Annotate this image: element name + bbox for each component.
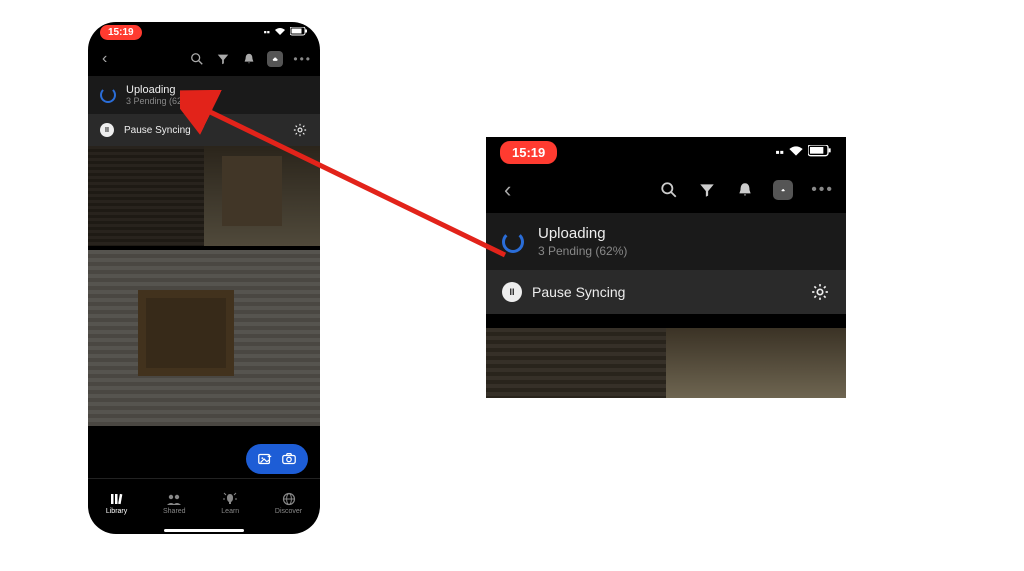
signal-icon: ▪▪ (775, 145, 784, 159)
bell-icon[interactable] (241, 51, 257, 67)
upload-title: Uploading (126, 84, 193, 96)
nav-label: Discover (275, 508, 302, 515)
signal-icon: ▪▪ (264, 27, 270, 37)
photo-grid (88, 146, 320, 430)
search-icon[interactable] (659, 180, 679, 200)
filter-icon[interactable] (697, 180, 717, 200)
nav-library[interactable]: Library (106, 492, 127, 515)
search-icon[interactable] (189, 51, 205, 67)
battery-icon (808, 145, 832, 160)
nav-shared[interactable]: Shared (163, 492, 186, 515)
status-time: 15:19 (100, 25, 142, 40)
filter-icon[interactable] (215, 51, 231, 67)
status-indicators: ▪▪ (775, 145, 832, 160)
top-toolbar: ‹ ••• (486, 167, 846, 213)
photo-thumbnail[interactable] (88, 146, 204, 246)
pause-icon: II (502, 282, 522, 302)
spinner-icon (502, 231, 524, 253)
bell-icon[interactable] (735, 180, 755, 200)
status-indicators: ▪▪ (264, 27, 308, 38)
bottom-nav: Library Shared Learn Discover (88, 478, 320, 528)
upload-text: Uploading 3 Pending (62%) (538, 225, 627, 258)
add-photo-icon[interactable] (256, 450, 274, 468)
learn-icon (222, 492, 238, 506)
nav-label: Library (106, 508, 127, 515)
library-icon (109, 492, 125, 506)
shared-icon (166, 492, 182, 506)
pause-sync-row[interactable]: II Pause Syncing (486, 270, 846, 314)
photo-grid (486, 328, 846, 398)
top-toolbar: ‹ ••• (88, 42, 320, 76)
cloud-button[interactable] (773, 180, 793, 200)
back-button[interactable]: ‹ (498, 173, 517, 207)
nav-label: Shared (163, 508, 186, 515)
discover-icon (281, 492, 297, 506)
gear-icon[interactable] (810, 282, 830, 302)
wifi-icon (274, 27, 286, 38)
camera-icon[interactable] (280, 450, 298, 468)
upload-status-row[interactable]: Uploading 3 Pending (62%) (88, 76, 320, 114)
status-bar: 15:19 ▪▪ (486, 137, 846, 167)
gear-icon[interactable] (292, 122, 308, 138)
zoom-panel: 15:19 ▪▪ ‹ ••• (486, 137, 846, 398)
nav-learn[interactable]: Learn (221, 492, 239, 515)
pause-label: Pause Syncing (532, 284, 625, 300)
status-bar: 15:19 ▪▪ (88, 22, 320, 42)
back-button[interactable]: ‹ (96, 46, 113, 72)
upload-subtitle: 3 Pending (62%) (538, 244, 627, 258)
upload-subtitle: 3 Pending (62%) (126, 96, 193, 106)
pause-sync-row[interactable]: II Pause Syncing (88, 114, 320, 146)
more-icon[interactable]: ••• (293, 52, 312, 66)
pause-icon: II (100, 123, 114, 137)
more-icon[interactable]: ••• (811, 181, 834, 199)
phone-screenshot: 15:19 ▪▪ ‹ ••• (88, 22, 320, 534)
photo-thumbnail[interactable] (204, 146, 320, 246)
upload-text: Uploading 3 Pending (62%) (126, 84, 193, 106)
upload-status-row[interactable]: Uploading 3 Pending (62%) (486, 213, 846, 270)
spinner-icon (100, 87, 116, 103)
battery-icon (290, 27, 308, 38)
wifi-icon (788, 145, 804, 160)
pause-label: Pause Syncing (124, 125, 191, 136)
nav-label: Learn (221, 508, 239, 515)
upload-title: Uploading (538, 225, 627, 242)
status-time: 15:19 (500, 141, 557, 164)
nav-discover[interactable]: Discover (275, 492, 302, 515)
home-indicator (164, 529, 244, 532)
photo-thumbnail[interactable] (486, 328, 666, 398)
photo-thumbnail[interactable] (88, 250, 320, 426)
floating-actions (246, 444, 308, 474)
photo-thumbnail[interactable] (666, 328, 846, 398)
cloud-button[interactable] (267, 51, 283, 67)
